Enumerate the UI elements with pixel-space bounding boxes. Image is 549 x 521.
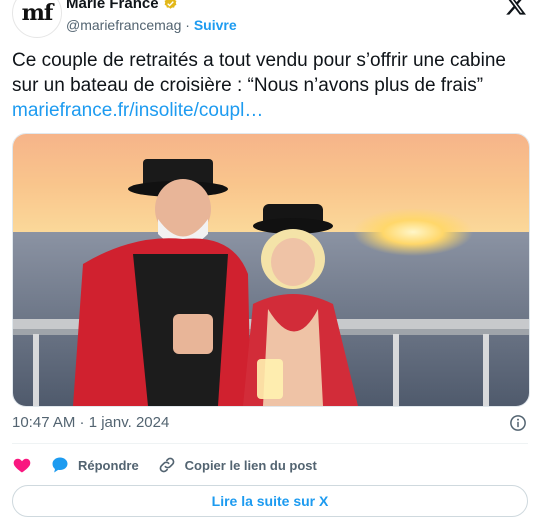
account-avatar[interactable]: mf xyxy=(12,0,62,38)
tweet-header: mf Marie France @mariefrancemag · Suivre xyxy=(0,0,549,48)
tweet-body: Ce couple de retraités a tout vendu pour… xyxy=(12,50,506,96)
reply-bubble-icon xyxy=(52,457,68,473)
info-icon[interactable] xyxy=(509,414,527,432)
follow-button[interactable]: Suivre xyxy=(194,17,237,33)
account-name-row[interactable]: Marie France xyxy=(66,0,178,12)
couple-sunset-photo xyxy=(13,134,529,406)
tweet-actions: Répondre Copier le lien du post xyxy=(12,454,335,476)
verified-badge-icon xyxy=(164,0,176,9)
article-link[interactable]: mariefrance.fr/insolite/coupl… xyxy=(12,100,263,121)
divider xyxy=(12,443,528,444)
heart-icon xyxy=(13,458,31,473)
separator-dot: · xyxy=(185,17,190,33)
handle-line: @mariefrancemag · Suivre xyxy=(66,17,237,33)
reply-button[interactable]: Répondre xyxy=(50,455,139,475)
read-more-button[interactable]: Lire la suite sur X xyxy=(12,485,528,517)
copy-link-button[interactable]: Copier le lien du post xyxy=(157,455,317,475)
like-button[interactable] xyxy=(12,455,32,475)
link-icon xyxy=(159,457,175,473)
tweet-photo[interactable] xyxy=(12,133,530,407)
reply-label: Répondre xyxy=(78,457,139,473)
x-logo-icon[interactable] xyxy=(505,0,527,16)
account-name[interactable]: Marie France xyxy=(66,0,159,12)
tweet-timestamp[interactable]: 10:47 AM · 1 janv. 2024 xyxy=(12,414,169,431)
tweet-text: Ce couple de retraités a tout vendu pour… xyxy=(12,48,532,123)
account-handle[interactable]: @mariefrancemag xyxy=(66,17,181,33)
copy-link-label: Copier le lien du post xyxy=(184,457,317,473)
